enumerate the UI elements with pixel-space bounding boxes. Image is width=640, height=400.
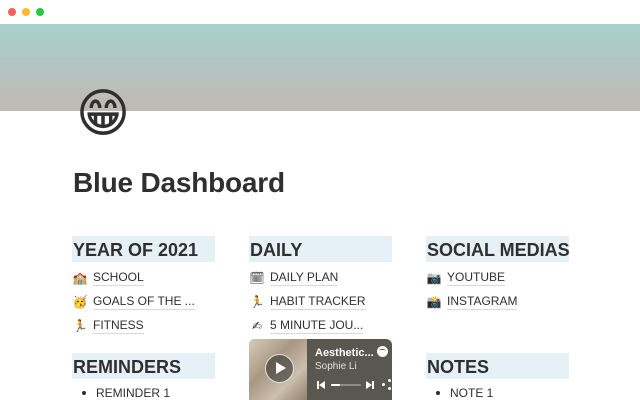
page-link-label: HABIT TRACKER xyxy=(270,294,366,310)
progress-bar-fill xyxy=(331,384,340,386)
running-icon: 🏃 xyxy=(72,319,88,333)
camera-flash-icon: 📸 xyxy=(426,295,442,309)
page-link-goals[interactable]: 🥳 GOALS OF THE ... xyxy=(72,290,215,314)
page-link-habit-tracker[interactable]: 🏃 HABIT TRACKER xyxy=(249,290,392,314)
close-window-button[interactable] xyxy=(8,8,16,16)
section-heading-daily[interactable]: DAILY xyxy=(249,236,392,262)
list-item-text: REMINDER 1 xyxy=(96,386,171,400)
list-item-text: NOTE 1 xyxy=(450,386,494,400)
running-icon: 🏃 xyxy=(249,295,265,309)
title-bar xyxy=(0,0,640,24)
page-link-label: FITNESS xyxy=(93,318,144,334)
camera-icon: 📷 xyxy=(426,271,442,285)
page-link-label: INSTAGRAM xyxy=(447,294,518,310)
section-heading-year[interactable]: YEAR OF 2021 xyxy=(72,236,215,262)
maximize-window-button[interactable] xyxy=(36,8,44,16)
page-link-label: SCHOOL xyxy=(93,270,144,286)
play-button[interactable] xyxy=(265,354,294,383)
page-link-journal[interactable]: ✍ 5 MINUTE JOU... xyxy=(249,314,392,338)
page-link-label: GOALS OF THE ... xyxy=(93,294,195,310)
minimize-window-button[interactable] xyxy=(22,8,30,16)
page-title[interactable]: Blue Dashboard xyxy=(73,167,285,199)
list-item[interactable]: NOTE 1 xyxy=(426,382,569,400)
progress-bar[interactable] xyxy=(331,384,361,386)
page-link-fitness[interactable]: 🏃 FITNESS xyxy=(72,314,215,338)
page-link-daily-plan[interactable]: 🗓 DAILY PLAN xyxy=(249,266,392,290)
school-icon: 🏫 xyxy=(72,271,88,285)
section-heading-reminders[interactable]: REMINDERS xyxy=(72,353,215,379)
bullet-icon xyxy=(82,391,86,395)
list-item[interactable]: REMINDER 1 xyxy=(72,382,215,400)
writing-hand-icon: ✍ xyxy=(251,319,263,333)
section-heading-social[interactable]: SOCIAL MEDIAS xyxy=(426,236,569,262)
social-link-list: 📷 YOUTUBE 📸 INSTAGRAM xyxy=(426,266,569,314)
year-link-list: 🏫 SCHOOL 🥳 GOALS OF THE ... 🏃 FITNESS xyxy=(72,266,215,338)
music-player-embed[interactable]: Aesthetic... Sophie Li xyxy=(249,339,392,400)
calendar-icon: 🗓 xyxy=(249,271,265,285)
page-link-school[interactable]: 🏫 SCHOOL xyxy=(72,266,215,290)
page-link-label: DAILY PLAN xyxy=(270,270,339,286)
app-window: 😁 Blue Dashboard YEAR OF 2021 🏫 SCHOOL 🥳… xyxy=(0,0,640,400)
grinning-face-icon[interactable]: 😁 xyxy=(74,85,132,143)
bullet-icon xyxy=(436,391,440,395)
page-link-label: 5 MINUTE JOU... xyxy=(270,318,364,334)
page-link-label: YOUTUBE xyxy=(447,270,506,286)
year-section: YEAR OF 2021 🏫 SCHOOL 🥳 GOALS OF THE ...… xyxy=(72,236,215,338)
daily-section: DAILY 🗓 DAILY PLAN 🏃 HABIT TRACKER ✍ 5 M… xyxy=(249,236,392,338)
section-heading-notes[interactable]: NOTES xyxy=(426,353,569,379)
track-title: Aesthetic... xyxy=(315,347,374,359)
notes-section: NOTES NOTE 1 xyxy=(426,353,569,400)
previous-track-button[interactable] xyxy=(317,381,325,389)
next-track-button[interactable] xyxy=(366,381,374,389)
page-link-youtube[interactable]: 📷 YOUTUBE xyxy=(426,266,569,290)
daily-link-list: 🗓 DAILY PLAN 🏃 HABIT TRACKER ✍ 5 MINUTE … xyxy=(249,266,392,338)
party-face-icon: 🥳 xyxy=(72,295,88,309)
reminders-section: REMINDERS REMINDER 1 xyxy=(72,353,215,400)
track-artist: Sophie Li xyxy=(315,361,357,372)
social-section: SOCIAL MEDIAS 📷 YOUTUBE 📸 INSTAGRAM xyxy=(426,236,569,314)
page-link-instagram[interactable]: 📸 INSTAGRAM xyxy=(426,290,569,314)
spotify-logo-icon[interactable] xyxy=(377,346,388,357)
share-icon[interactable] xyxy=(382,379,392,391)
